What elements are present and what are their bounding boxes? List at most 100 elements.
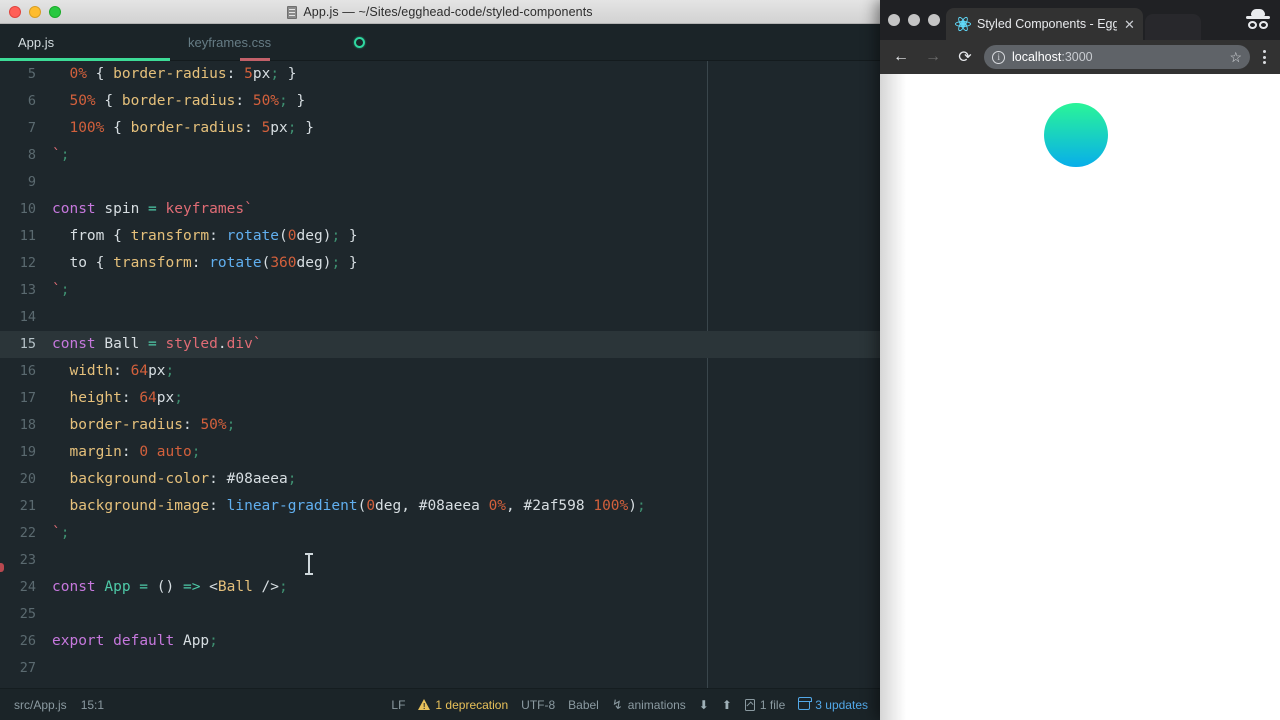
code-line-13[interactable]: 13 `; — [0, 277, 880, 304]
maximize-window-button[interactable] — [49, 5, 61, 18]
status-encoding[interactable]: UTF-8 — [521, 698, 555, 712]
code-line-15[interactable]: 15 const Ball = styled.div` — [0, 331, 880, 358]
new-tab-area[interactable] — [1144, 14, 1201, 40]
editor-status-bar: src/App.js 15:1 LF 1 deprecation UTF-8 B… — [0, 688, 880, 720]
window-title-bar-text: App.js — ~/Sites/egghead-code/styled-com… — [0, 5, 880, 19]
status-cursor-position[interactable]: 15:1 — [81, 698, 104, 712]
file-icon — [287, 6, 298, 19]
line-number-8: 8 — [27, 147, 36, 163]
code-line-23[interactable]: 23 — [0, 547, 880, 574]
code-text-20: background-color: #08aeea; — [69, 471, 297, 487]
code-line-21[interactable]: 21 background-image: linear-gradient(0de… — [0, 493, 880, 520]
code-line-17[interactable]: 17 height: 64px; — [0, 385, 880, 412]
status-updates[interactable]: 3 updates — [798, 697, 868, 712]
arrow-down-icon[interactable]: ⬇ — [699, 698, 709, 712]
line-number-26: 26 — [19, 633, 36, 649]
react-logo-icon — [955, 15, 971, 33]
code-text-16: width: 64px; — [69, 363, 175, 379]
line-number-19: 19 — [19, 444, 36, 460]
code-line-16[interactable]: 16 width: 64px; — [0, 358, 880, 385]
package-icon — [798, 697, 813, 710]
line-number-24: 24 — [19, 579, 36, 595]
status-branch-label: animations — [627, 697, 686, 712]
code-line-11[interactable]: 11 from { transform: rotate(0deg); } — [0, 223, 880, 250]
code-text-13: `; — [52, 282, 70, 298]
line-number-17: 17 — [19, 390, 36, 406]
code-line-8[interactable]: 8 `; — [0, 142, 880, 169]
warning-triangle-icon — [418, 699, 431, 711]
code-text-6: 50% { border-radius: 50%; } — [69, 93, 306, 109]
line-number-21: 21 — [19, 498, 36, 514]
kebab-menu-icon[interactable] — [1256, 50, 1272, 64]
code-line-22[interactable]: 22 `; — [0, 520, 880, 547]
status-grammar[interactable]: Babel — [568, 698, 599, 712]
line-number-11: 11 — [19, 228, 36, 244]
info-circle-icon[interactable] — [992, 50, 1005, 64]
line-number-18: 18 — [19, 417, 36, 433]
code-line-10[interactable]: 10 const spin = keyframes` — [0, 196, 880, 223]
chrome-browser-window: Styled Components - Egghead ✕ ← → ⟳ loca… — [880, 0, 1280, 720]
arrow-right-icon[interactable]: → — [920, 44, 946, 70]
mouse-text-cursor — [305, 553, 313, 575]
gutter-change-marker — [0, 563, 4, 572]
code-editor-pane[interactable]: 5 0% { border-radius: 5px; } 6 50% { bord… — [0, 61, 880, 688]
code-line-20[interactable]: 20 background-color: #08aeea; — [0, 466, 880, 493]
status-deprecation-label: 1 deprecation — [435, 697, 509, 712]
code-line-24[interactable]: 24 const App = () => <Ball />; — [0, 574, 880, 601]
browser-close-window-button[interactable] — [888, 14, 900, 26]
tab-app-js-label: App.js — [18, 34, 55, 50]
code-text-10: const spin = keyframes` — [52, 201, 253, 217]
tab-app-js[interactable]: App.js — [0, 24, 170, 61]
browser-minimize-window-button[interactable] — [908, 14, 920, 26]
editor-tab-bar: App.js keyframes.css — [0, 24, 880, 61]
reload-icon[interactable]: ⟳ — [952, 44, 978, 70]
window-traffic-lights — [9, 5, 61, 18]
code-line-19[interactable]: 19 margin: 0 auto; — [0, 439, 880, 466]
address-bar[interactable]: localhost:3000 ☆ — [984, 45, 1250, 69]
arrow-up-icon[interactable]: ⬆ — [722, 698, 732, 712]
browser-tab-title: Styled Components - Egghead — [977, 17, 1117, 31]
code-line-27[interactable]: 27 — [0, 655, 880, 682]
line-number-9: 9 — [27, 174, 36, 190]
code-line-7[interactable]: 7 100% { border-radius: 5px; } — [0, 115, 880, 142]
code-line-5[interactable]: 5 0% { border-radius: 5px; } — [0, 61, 880, 88]
line-number-14: 14 — [19, 309, 36, 325]
code-lines: 5 0% { border-radius: 5px; } 6 50% { bord… — [0, 61, 880, 682]
code-text-26: export default App; — [52, 633, 218, 649]
browser-traffic-lights — [888, 0, 940, 40]
line-number-27: 27 — [19, 660, 36, 676]
code-line-18[interactable]: 18 border-radius: 50%; — [0, 412, 880, 439]
code-text-12: to { transform: rotate(360deg); } — [69, 255, 358, 271]
arrow-left-icon[interactable]: ← — [888, 44, 914, 70]
status-deprecation[interactable]: 1 deprecation — [418, 698, 508, 712]
code-line-9[interactable]: 9 — [0, 169, 880, 196]
code-line-26[interactable]: 26 export default App; — [0, 628, 880, 655]
close-window-button[interactable] — [9, 5, 21, 18]
url-port: :3000 — [1061, 50, 1093, 64]
status-git-branch[interactable]: ↯ animations — [612, 697, 686, 713]
address-bar-url: localhost:3000 — [1012, 50, 1222, 64]
status-file-path[interactable]: src/App.js — [14, 698, 67, 712]
incognito-icon — [1246, 9, 1270, 31]
line-number-6: 6 — [27, 93, 36, 109]
minimize-window-button[interactable] — [29, 5, 41, 18]
star-icon[interactable]: ☆ — [1229, 49, 1242, 66]
code-line-25[interactable]: 25 — [0, 601, 880, 628]
code-text-18: border-radius: 50%; — [69, 417, 236, 433]
browser-toolbar: ← → ⟳ localhost:3000 ☆ — [880, 40, 1280, 74]
browser-maximize-window-button[interactable] — [928, 14, 940, 26]
status-file-count[interactable]: 1 file — [744, 698, 785, 712]
file-check-icon — [744, 698, 755, 711]
code-editor-window: App.js — ~/Sites/egghead-code/styled-com… — [0, 0, 880, 720]
browser-tab[interactable]: Styled Components - Egghead ✕ — [946, 8, 1143, 40]
close-icon[interactable]: ✕ — [1124, 18, 1135, 31]
code-line-14[interactable]: 14 — [0, 304, 880, 331]
code-line-6[interactable]: 6 50% { border-radius: 50%; } — [0, 88, 880, 115]
line-number-13: 13 — [19, 282, 36, 298]
line-number-20: 20 — [19, 471, 36, 487]
tab-keyframes-css[interactable]: keyframes.css — [170, 24, 340, 61]
git-branch-icon: ↯ — [611, 696, 623, 712]
status-line-ending[interactable]: LF — [391, 698, 405, 712]
line-number-5: 5 — [27, 66, 36, 82]
code-line-12[interactable]: 12 to { transform: rotate(360deg); } — [0, 250, 880, 277]
